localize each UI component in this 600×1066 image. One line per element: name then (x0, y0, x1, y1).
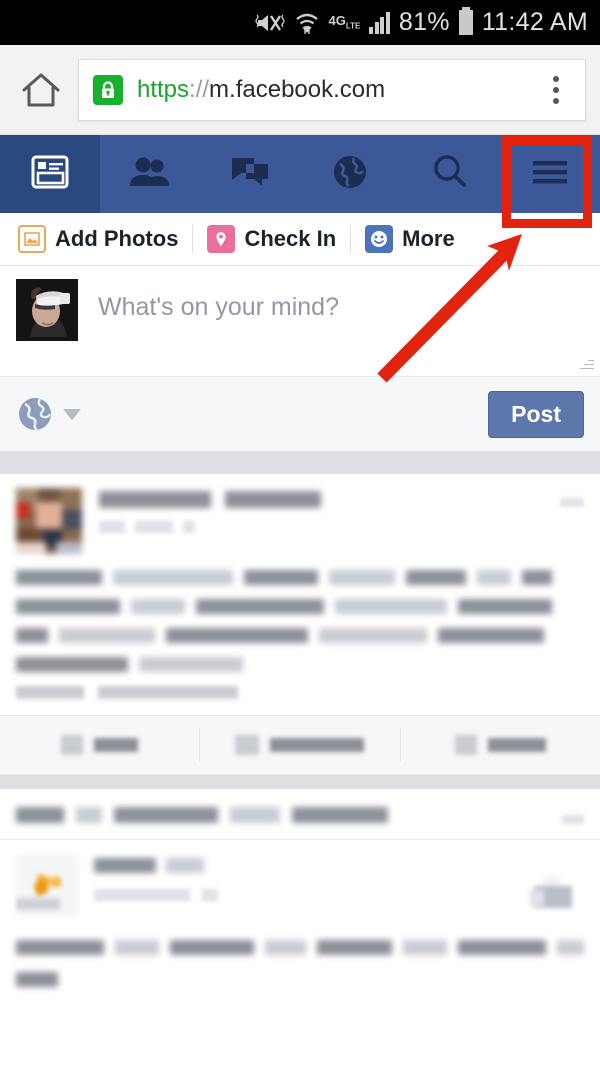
hamburger-menu-icon (530, 157, 570, 192)
sponsored-thumbnail[interactable] (530, 872, 580, 914)
nav-tab-news-feed[interactable] (0, 135, 100, 213)
avatar (16, 279, 78, 341)
nav-tab-main-menu[interactable] (500, 135, 600, 213)
battery-percent: 81% (398, 8, 450, 36)
search-icon (430, 152, 470, 197)
post-author-avatar[interactable] (16, 488, 82, 554)
sponsored-meta (94, 854, 584, 916)
location-pin-icon (207, 225, 236, 253)
check-in-label: Check In (244, 226, 337, 251)
signal-bars-icon (369, 11, 390, 34)
post-engagement-counts[interactable] (16, 686, 584, 699)
battery-icon (458, 7, 473, 35)
like-button[interactable] (0, 735, 199, 755)
chevron-down-icon[interactable] (63, 408, 81, 420)
mute-vibrate-icon (254, 10, 285, 36)
post-timestamp (99, 521, 584, 533)
browser-toolbar: https://m.facebook.com (0, 45, 600, 135)
add-photos-button[interactable]: Add Photos (14, 225, 192, 253)
sponsored-post (0, 840, 600, 989)
wifi-icon (294, 10, 320, 36)
more-label: More (402, 226, 455, 251)
sponsored-body-text (16, 940, 584, 989)
more-button[interactable]: More (351, 225, 469, 253)
composer-placeholder[interactable]: What's on your mind? (98, 279, 339, 376)
post-author-name[interactable] (99, 491, 584, 508)
feed-divider (0, 775, 600, 789)
photo-icon (18, 225, 46, 253)
clock: 11:42 AM (481, 8, 588, 36)
feed-story-headline[interactable] (0, 789, 600, 840)
story-options-button[interactable] (562, 811, 584, 829)
smiley-icon (365, 225, 394, 253)
facebook-nav-bar (0, 135, 600, 213)
nav-tab-notifications[interactable] (300, 135, 400, 213)
url-scheme: https (137, 75, 190, 103)
nav-tab-messages[interactable] (200, 135, 300, 213)
composer-action-row: Add Photos Check In More (0, 213, 600, 266)
post-body-text (16, 554, 584, 672)
url-bar[interactable]: https://m.facebook.com (78, 58, 586, 121)
home-icon[interactable] (14, 63, 68, 117)
lock-icon (93, 74, 123, 105)
feed-post (0, 474, 600, 699)
network-type-label: 4GLTE (328, 13, 361, 31)
sponsored-page-name[interactable] (94, 858, 584, 873)
post-header (16, 488, 584, 554)
post-button[interactable]: Post (488, 390, 584, 438)
sponsored-page-logo[interactable] (16, 854, 78, 916)
sponsored-label (94, 889, 584, 901)
messages-icon (228, 154, 272, 195)
kebab-menu-icon[interactable] (541, 70, 571, 110)
globe-notifications-icon (330, 152, 370, 197)
globe-privacy-icon (16, 395, 54, 433)
friends-icon (128, 154, 172, 195)
url-separator: :// (189, 75, 210, 103)
url-host: m.facebook.com (209, 75, 386, 103)
thumbs-up-icon (61, 735, 84, 755)
check-in-button[interactable]: Check In (193, 225, 350, 253)
status-composer[interactable]: What's on your mind? (0, 266, 600, 376)
resize-handle[interactable] (580, 356, 594, 370)
share-icon (454, 735, 477, 755)
post-author-meta (99, 488, 584, 554)
status-bar: 4GLTE 81% 11:42 AM (0, 0, 600, 45)
story-headline-text (16, 807, 584, 823)
sponsored-post-header (16, 854, 584, 916)
url-text: https://m.facebook.com (137, 76, 385, 104)
comment-button[interactable] (200, 735, 399, 755)
post-options-button[interactable] (560, 494, 584, 512)
nav-tab-search[interactable] (400, 135, 500, 213)
add-photos-label: Add Photos (55, 226, 179, 251)
news-feed-icon (29, 153, 71, 196)
share-button[interactable] (401, 735, 600, 755)
comment-icon (235, 735, 260, 755)
post-action-bar (0, 715, 600, 775)
composer-footer: Post (0, 376, 600, 451)
privacy-selector[interactable] (16, 395, 81, 433)
section-divider (0, 451, 600, 474)
nav-tab-friend-requests[interactable] (100, 135, 200, 213)
